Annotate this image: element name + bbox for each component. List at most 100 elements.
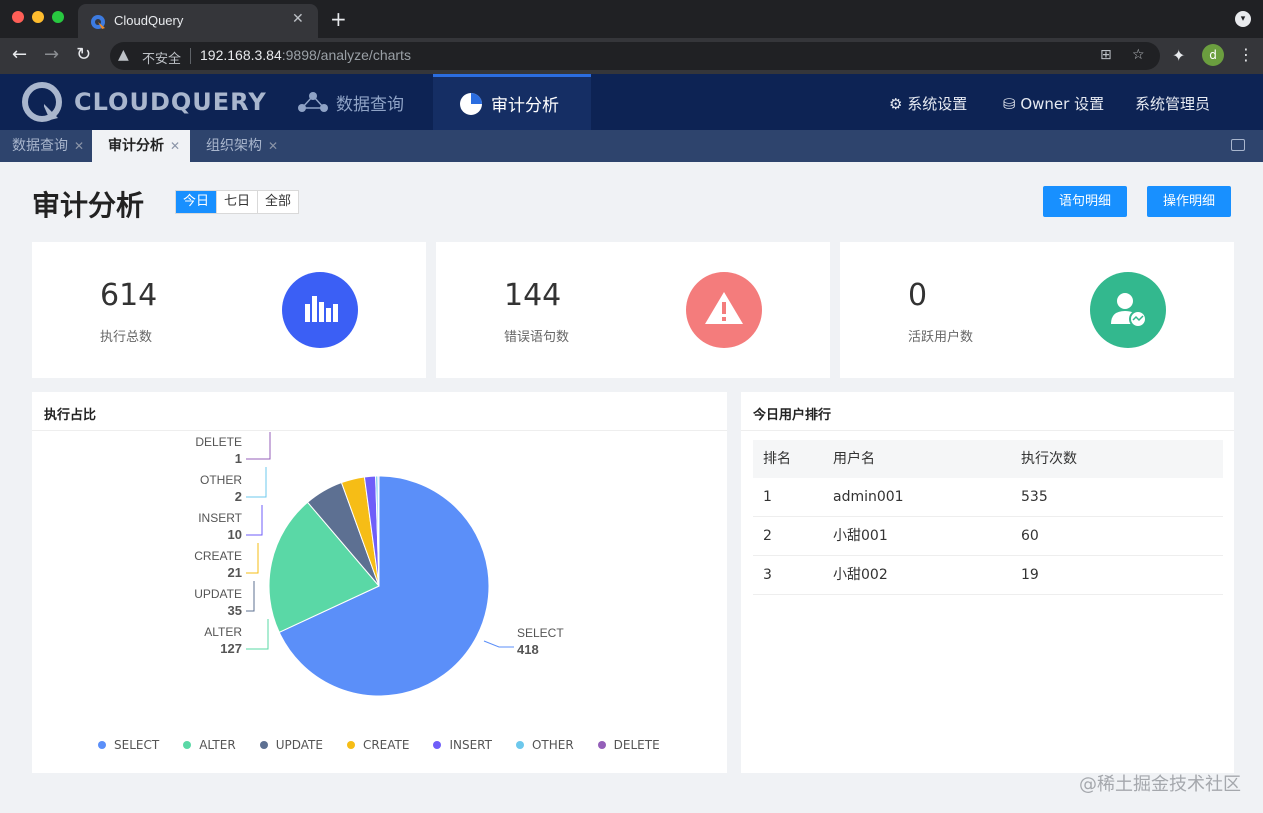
legend-label: SELECT — [114, 738, 160, 752]
pie-label-delete: DELETE — [195, 435, 242, 449]
url-text: 192.168.3.84:9898/analyze/charts — [200, 47, 411, 63]
page-tab-data-query[interactable]: 数据查询 ✕ — [0, 130, 92, 162]
range-seven-days-button[interactable]: 七日 — [217, 191, 259, 213]
label-line-other — [246, 467, 267, 498]
cell-rank: 3 — [763, 567, 772, 583]
stat-card-total: 614 执行总数 — [32, 242, 426, 378]
table-row: 1 admin001 535 — [753, 478, 1223, 517]
close-icon[interactable]: ✕ — [74, 139, 84, 153]
fullscreen-icon[interactable] — [1231, 139, 1245, 151]
page-tab-label: 数据查询 — [12, 138, 68, 154]
close-window-icon[interactable] — [12, 11, 24, 23]
legend-item-alter[interactable]: ALTER — [183, 738, 236, 752]
new-tab-icon[interactable]: + — [330, 7, 347, 31]
range-today-button[interactable]: 今日 — [176, 191, 218, 213]
minimize-window-icon[interactable] — [32, 11, 44, 23]
panel-title: 今日用户排行 — [753, 408, 832, 423]
cloudquery-logo-icon — [22, 82, 62, 122]
app-header: CLOUDQUERY 数据查询 审计分析 ⚙ 系统设置 ⛁ Owner 设置 系… — [0, 74, 1263, 130]
bookmark-star-icon[interactable]: ☆ — [1132, 47, 1145, 63]
cell-username: 小甜001 — [833, 528, 888, 544]
page-tab-audit-analysis[interactable]: 审计分析 ✕ — [92, 130, 190, 162]
translate-icon[interactable]: ⊞ — [1100, 47, 1112, 63]
database-icon: ⛁ — [1003, 95, 1021, 113]
legend-label: CREATE — [362, 738, 410, 752]
nav-data-query-label: 数据查询 — [336, 94, 404, 115]
page-tab-label: 审计分析 — [108, 138, 164, 154]
table-row: 3 小甜002 19 — [753, 556, 1223, 595]
legend-dot-icon — [98, 741, 106, 749]
column-header-rank: 排名 — [763, 451, 791, 467]
address-separator — [190, 48, 191, 64]
panel-divider — [741, 430, 1234, 431]
nav-audit-analysis[interactable]: 审计分析 — [433, 74, 591, 130]
network-icon — [298, 92, 328, 112]
nav-data-query[interactable]: 数据查询 — [298, 74, 418, 130]
close-icon[interactable]: ✕ — [170, 139, 180, 153]
statement-detail-button[interactable]: 语句明细 — [1043, 186, 1128, 217]
label-line-select — [483, 640, 514, 648]
browser-tabbar: CloudQuery ✕ + ▾ — [0, 0, 1263, 38]
browser-menu-icon[interactable]: ⋮ — [1238, 45, 1254, 64]
owner-settings-link[interactable]: ⛁ Owner 设置 — [1003, 93, 1104, 114]
pie-value-delete: 1 — [235, 451, 242, 466]
reload-icon[interactable]: ↻ — [76, 44, 91, 65]
insecure-label: 不安全 — [142, 52, 182, 67]
table-header: 排名 用户名 执行次数 — [753, 440, 1223, 478]
nav-audit-analysis-label: 审计分析 — [491, 96, 559, 116]
tab-search-icon[interactable]: ▾ — [1235, 11, 1251, 27]
pie-label-insert: INSERT — [198, 511, 242, 525]
page-title: 审计分析 — [32, 189, 145, 222]
pie-label-alter: ALTER — [204, 625, 242, 639]
stat-value: 614 — [100, 278, 158, 313]
range-all-button[interactable]: 全部 — [258, 191, 298, 213]
browser-toolbar: ← → ↻ ▲ 不安全 192.168.3.84:9898/analyze/ch… — [0, 38, 1263, 74]
stat-value: 144 — [504, 278, 562, 313]
close-tab-icon[interactable]: ✕ — [292, 11, 304, 27]
pie-label-create: CREATE — [194, 549, 242, 563]
url-host: 192.168.3.84 — [200, 47, 282, 63]
stat-label: 错误语句数 — [504, 330, 570, 345]
legend-dot-icon — [259, 741, 268, 749]
back-icon[interactable]: ← — [12, 44, 27, 65]
cell-username: admin001 — [833, 489, 904, 505]
legend-label: ALTER — [199, 738, 236, 752]
extensions-icon[interactable]: ✦ — [1172, 46, 1185, 65]
execution-ratio-panel: 执行占比 SELECT 418 ALTER 127 UPDATE 35 CREATE 21 IN… — [32, 392, 727, 773]
legend-item-create[interactable]: CREATE — [346, 738, 410, 752]
address-bar[interactable]: ▲ 不安全 192.168.3.84:9898/analyze/charts ⊞… — [110, 42, 1160, 70]
warning-icon: ▲ — [118, 47, 129, 63]
stat-card-errors: 144 错误语句数 — [436, 242, 830, 378]
maximize-window-icon[interactable] — [52, 11, 64, 23]
legend-item-insert[interactable]: INSERT — [433, 738, 492, 752]
stat-value: 0 — [908, 278, 928, 313]
cell-rank: 1 — [763, 489, 772, 505]
legend-dot-icon — [515, 741, 524, 749]
forward-icon[interactable]: → — [44, 44, 59, 65]
profile-avatar[interactable]: d — [1202, 44, 1224, 66]
ranking-table: 排名 用户名 执行次数 1 admin001 535 2 小甜001 60 3 … — [753, 440, 1223, 595]
pie-label-update: UPDATE — [194, 587, 242, 601]
stat-label: 活跃用户数 — [908, 330, 974, 345]
page-tabs: 数据查询 ✕ 审计分析 ✕ 组织架构 ✕ — [0, 130, 1263, 162]
operation-detail-button[interactable]: 操作明细 — [1147, 186, 1232, 217]
browser-tab-title: CloudQuery — [114, 13, 184, 28]
legend-item-delete[interactable]: DELETE — [597, 738, 660, 752]
column-header-count: 执行次数 — [1021, 451, 1077, 467]
page-tab-org-structure[interactable]: 组织架构 ✕ — [194, 130, 290, 162]
legend-item-other[interactable]: OTHER — [515, 738, 574, 752]
legend-item-select[interactable]: SELECT — [98, 738, 159, 752]
label-line-alter — [246, 619, 269, 650]
browser-tab[interactable]: CloudQuery ✕ — [78, 4, 318, 38]
table-row: 2 小甜001 60 — [753, 517, 1223, 556]
pie-value-other: 2 — [235, 489, 242, 504]
close-icon[interactable]: ✕ — [268, 139, 278, 153]
system-settings-link[interactable]: ⚙ 系统设置 — [889, 93, 967, 114]
pie-label-select: SELECT — [517, 626, 564, 640]
legend-item-update[interactable]: UPDATE — [259, 738, 323, 752]
owner-settings-label: Owner 设置 — [1020, 95, 1105, 113]
system-admin-menu[interactable]: 系统管理员 — [1135, 93, 1210, 114]
page-tab-label: 组织架构 — [206, 138, 262, 154]
warning-icon — [686, 272, 762, 348]
label-line-delete — [246, 432, 271, 460]
